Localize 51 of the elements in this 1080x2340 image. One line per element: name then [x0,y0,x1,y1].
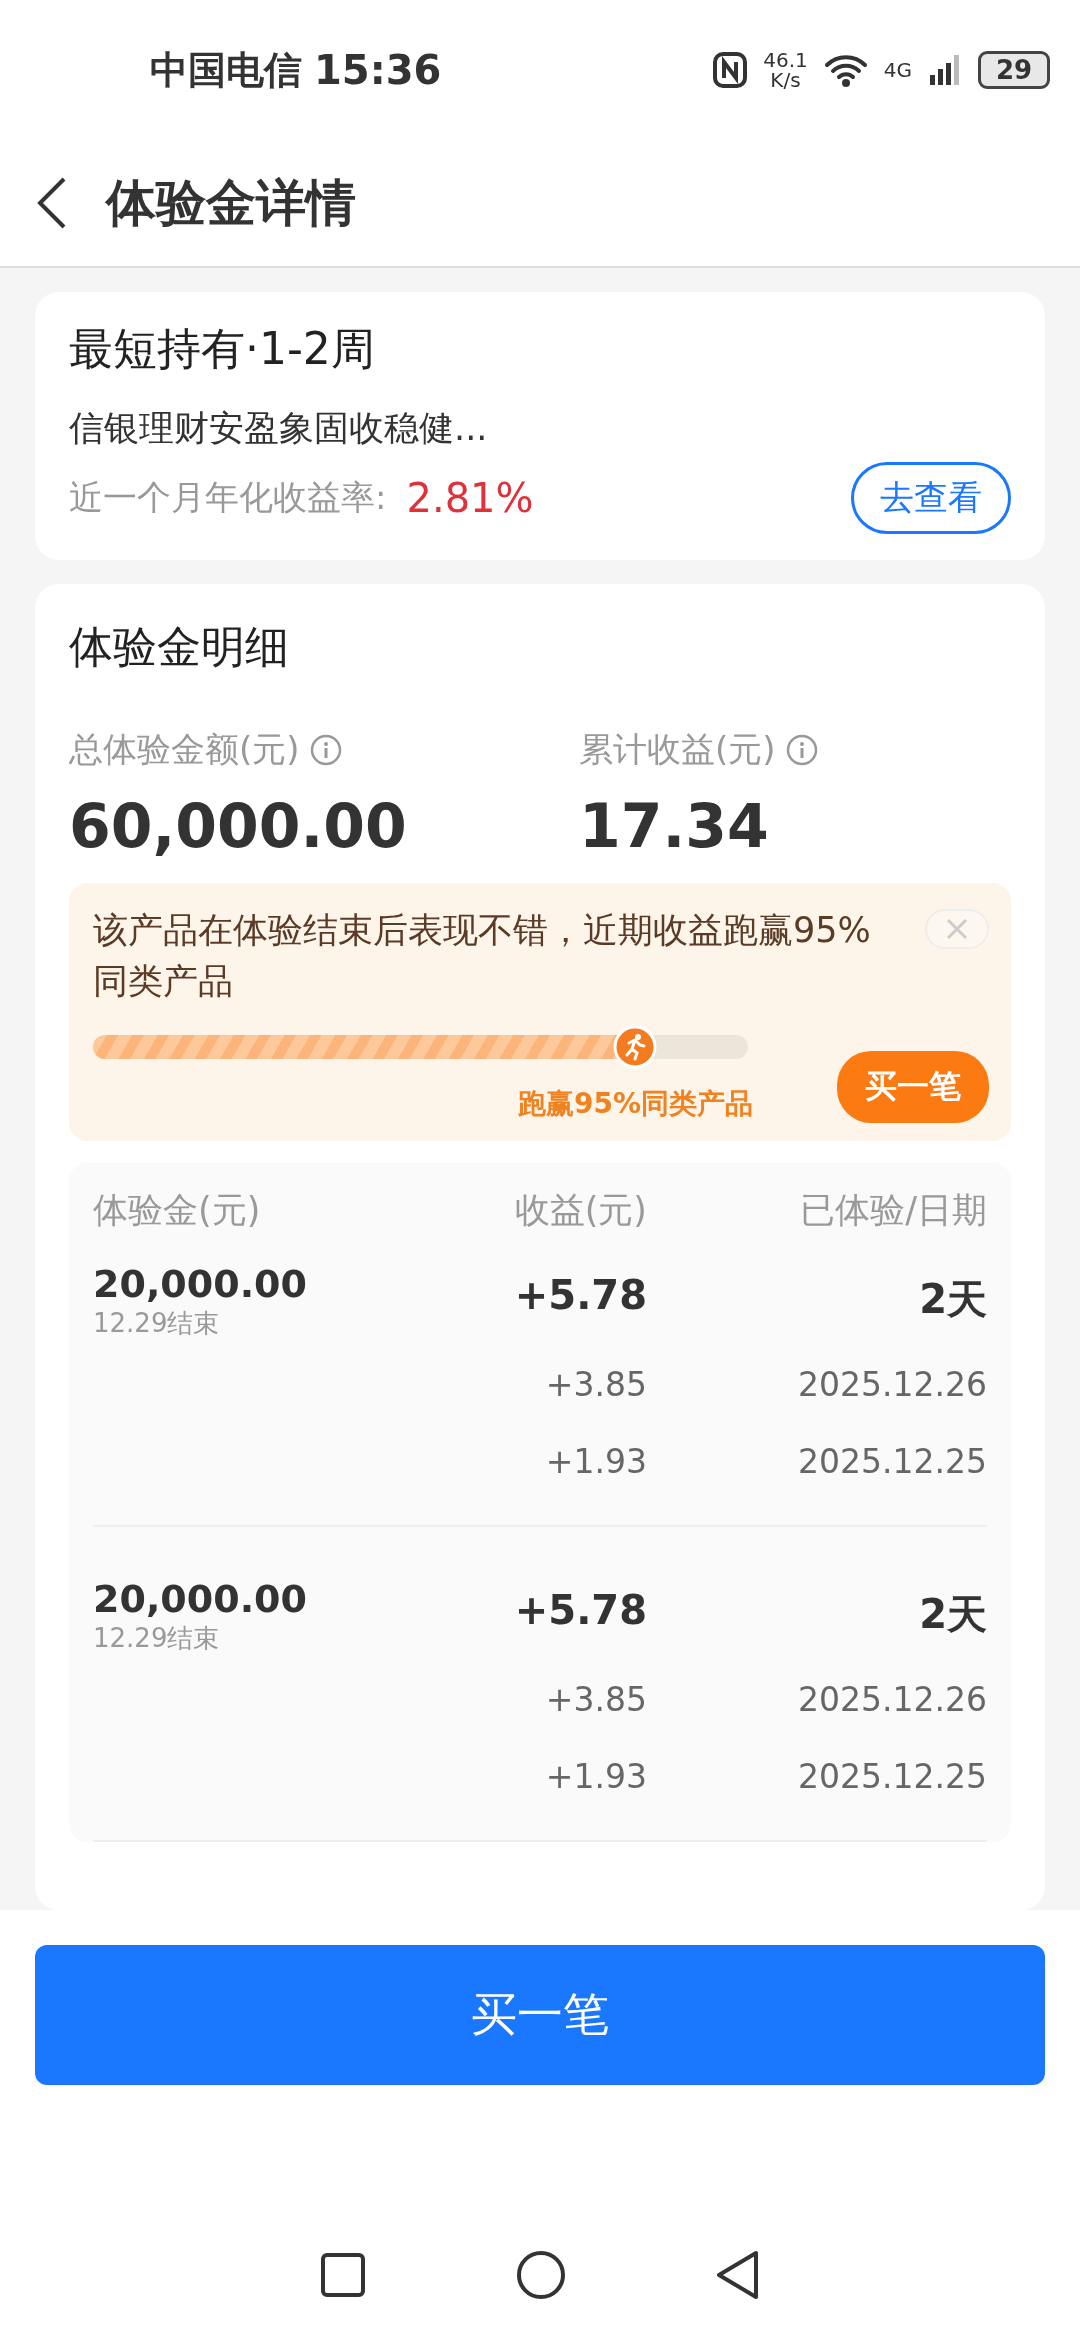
signal-icon [928,53,962,87]
amount-cell-text: 20,000.00 [93,1576,308,1621]
end-date: 12.29结束 [93,1621,221,1655]
income-cell-text: +3.85 [544,1363,647,1404]
view-button[interactable]: 去查看 [851,462,1011,534]
stat-label: 累计收益(元) [579,728,776,771]
column-header: 收益(元) [513,1188,647,1232]
recents-icon[interactable] [320,2252,366,2298]
income-cell-text: +1.93 [544,1440,647,1481]
date-cell-text: 2025.12.26 [797,1678,987,1719]
carrier-name: 中国电信 [150,46,302,94]
runner-icon [613,1024,658,1069]
column-header: 体验金(元) [93,1188,262,1232]
amount-cell-text: 20,000.00 [93,1261,308,1306]
network-type: 4G [883,58,912,82]
rate-value: 2.81% [406,475,534,521]
info-icon[interactable] [309,734,342,766]
column-header: 已体验/日期 [799,1188,987,1232]
date-cell-text: 2025.12.26 [797,1363,987,1404]
income-cell-text: +5.78 [513,1585,647,1635]
nfc-icon [713,52,748,88]
buy-button[interactable]: 买一笔 [35,1945,1045,2085]
section-title: 体验金明细 [69,620,290,674]
buy-button[interactable]: 买一笔 [837,1050,989,1123]
product-term: 最短持有·1-2周 [69,322,376,376]
income-cell-text: +5.78 [513,1270,647,1320]
date-cell-text: 2025.12.25 [797,1440,987,1481]
home-icon[interactable] [516,2250,566,2300]
stat-value: 60,000.00 [69,791,408,861]
days-cell-text: 2天 [918,1274,987,1324]
wifi-icon [823,53,868,87]
progress-label: 跑赢95%同类产品 [517,1085,753,1122]
income-cell-text: +3.85 [544,1678,647,1719]
product-name: 信银理财安盈象固收稳健... [69,407,489,450]
battery-level: 29 [978,51,1050,89]
info-icon[interactable] [785,734,818,766]
date-cell-text: 2025.12.25 [797,1755,987,1796]
stat-value: 17.34 [579,791,770,861]
end-date: 12.29结束 [93,1306,221,1340]
speed-unit: K/s [770,70,801,90]
income-cell-text: +1.93 [544,1755,647,1796]
back-icon[interactable] [716,2250,760,2300]
page-title: 体验金详情 [106,172,356,234]
rate-label: 近一个月年化收益率: [69,476,387,519]
back-icon[interactable] [36,175,68,231]
days-cell-text: 2天 [918,1589,987,1639]
network-speed: 46.1 [763,50,808,70]
close-icon [945,917,969,941]
promo-text: 该产品在体验结束后表现不错，近期收益跑赢95%同类产品 [93,909,872,1003]
stat-label: 总体验金额(元) [69,728,300,771]
clock: 15:36 [314,47,442,93]
